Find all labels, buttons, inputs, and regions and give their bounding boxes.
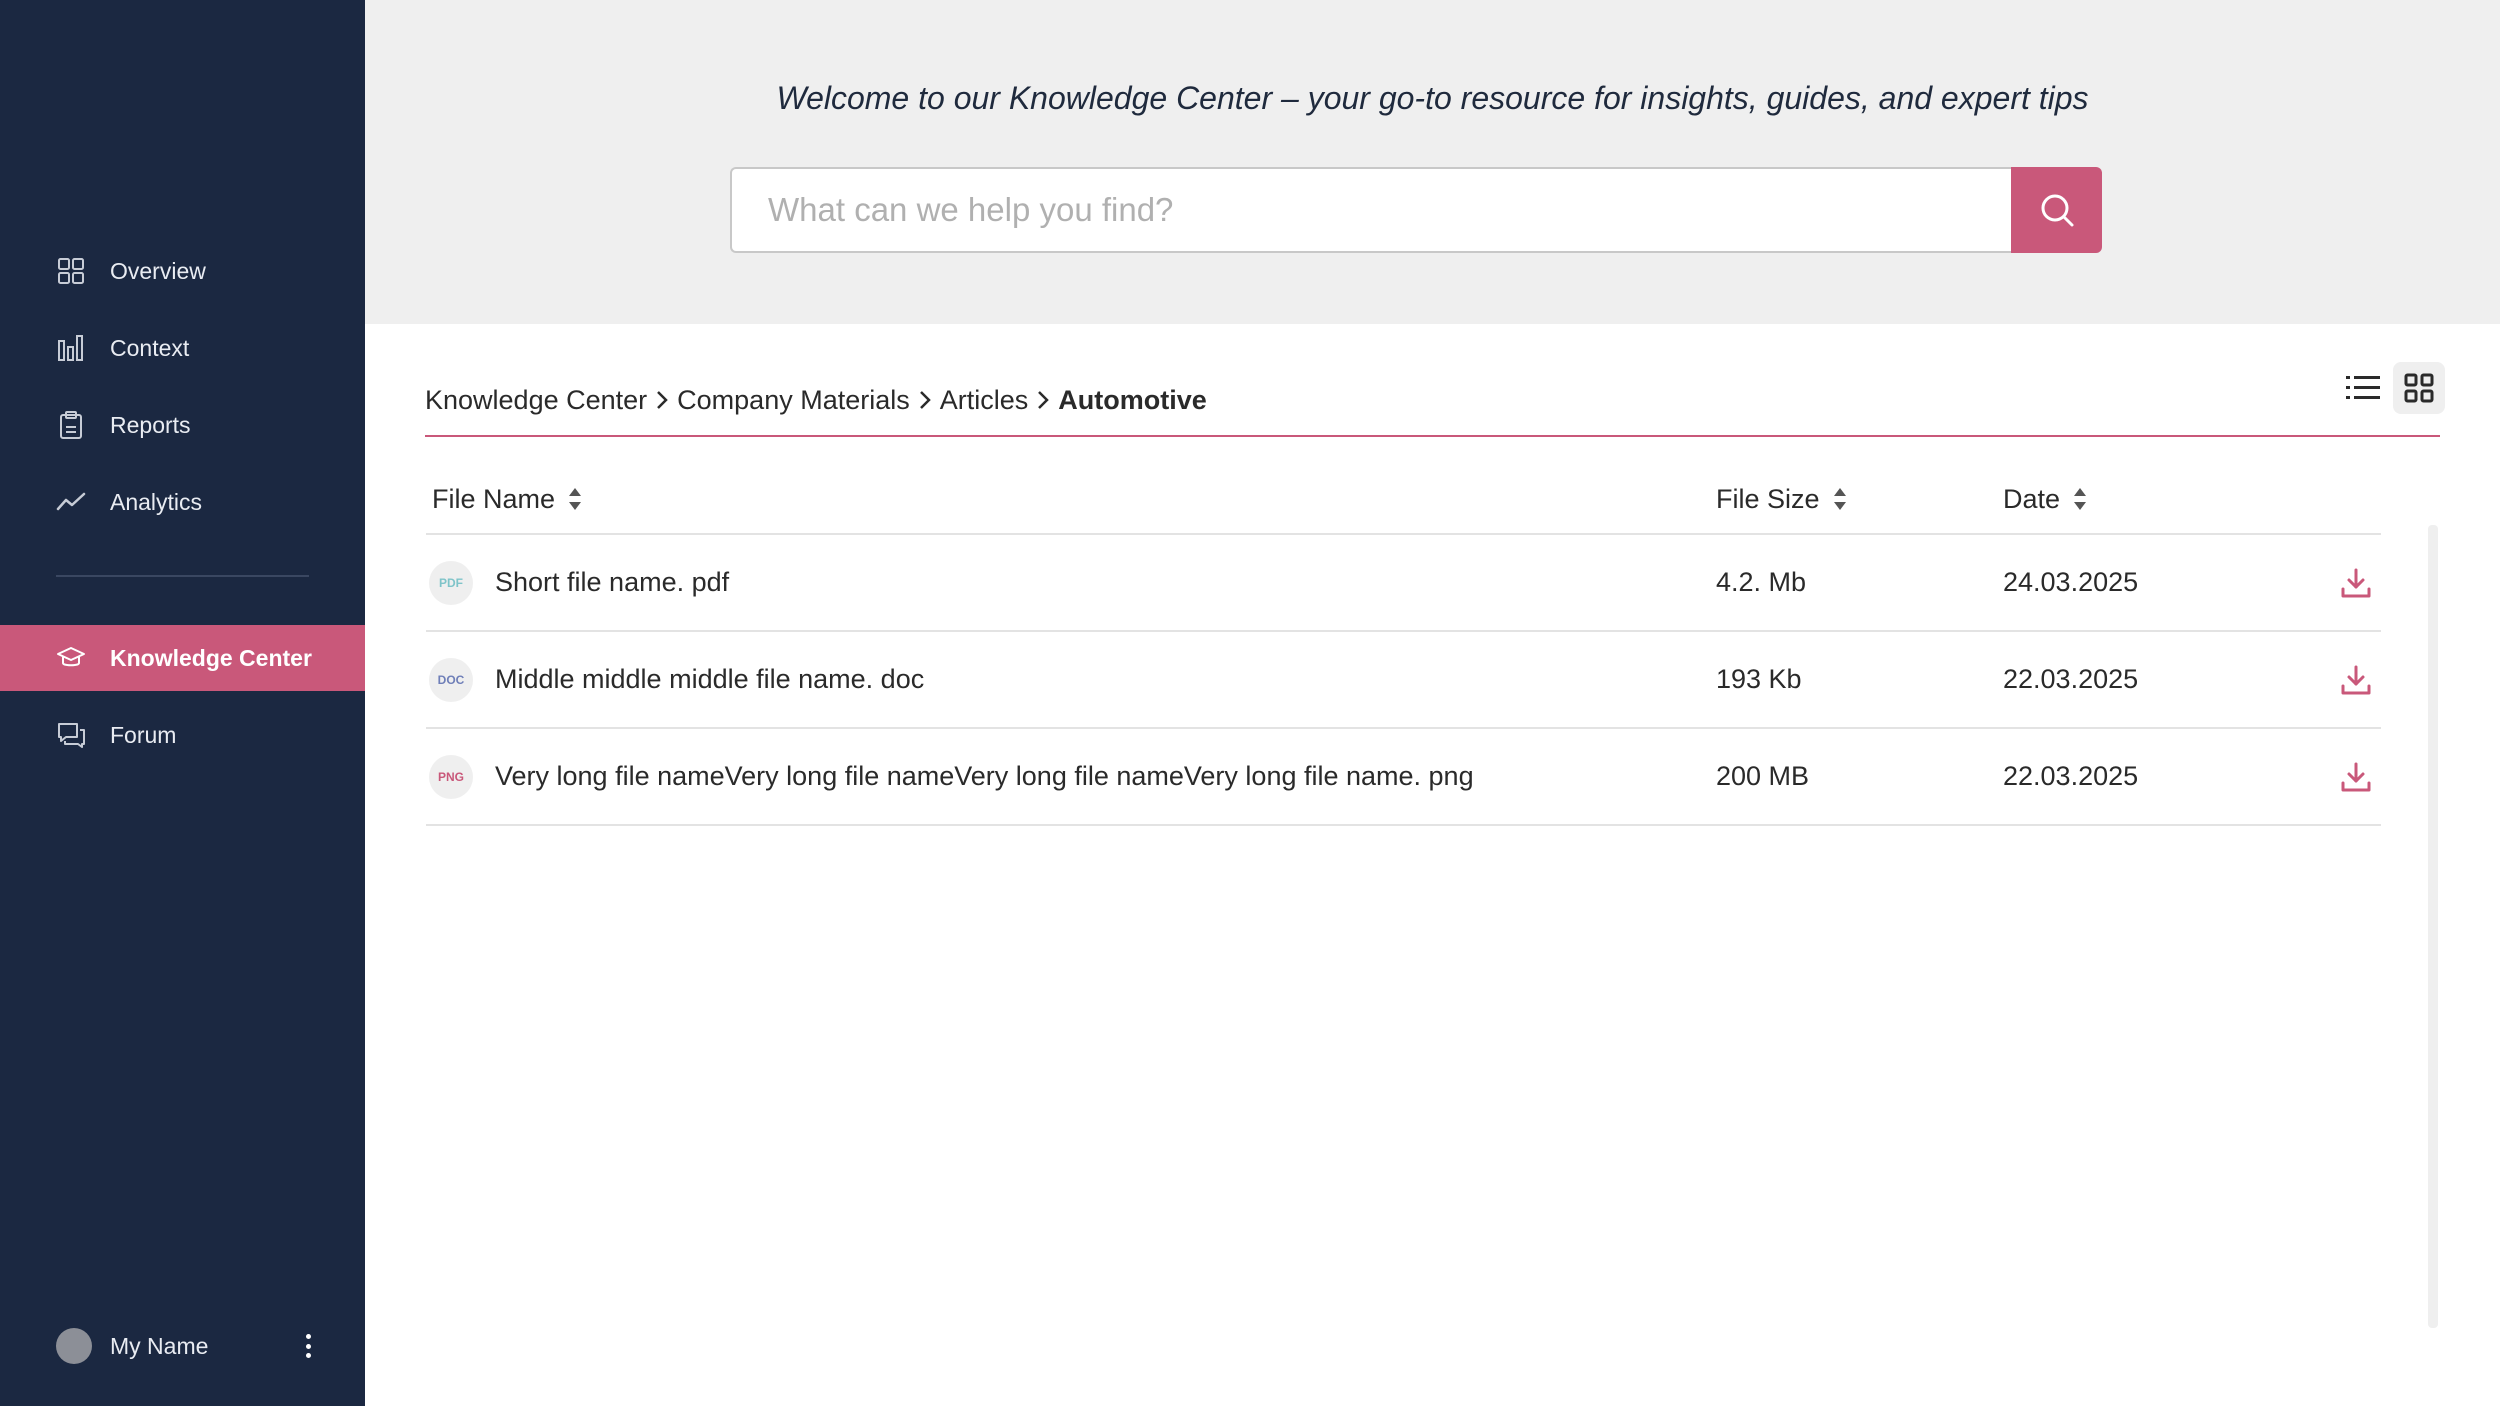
breadcrumb: Knowledge Center Company Materials Artic… (425, 380, 1207, 420)
table-row[interactable]: PDF Short file name. pdf 4.2. Mb 24.03.2… (426, 535, 2381, 632)
sidebar-item-analytics[interactable]: Analytics (0, 469, 365, 535)
bar-chart-icon (56, 333, 86, 363)
header: Welcome to our Knowledge Center – your g… (365, 0, 2500, 324)
breadcrumb-current: Automotive (1058, 384, 1207, 415)
column-header-label: File Name (432, 483, 556, 514)
file-table: File Name File Size Date PDF Short file … (426, 465, 2381, 826)
avatar (56, 1328, 92, 1364)
file-date: 24.03.2025 (2003, 567, 2139, 597)
list-view-button[interactable] (2337, 362, 2389, 414)
user-profile[interactable]: My Name (56, 1326, 318, 1366)
file-name[interactable]: Short file name. pdf (495, 567, 729, 598)
sidebar-item-label: Knowledge Center (110, 644, 312, 671)
sidebar-item-label: Analytics (110, 488, 203, 515)
sidebar-item-context[interactable]: Context (0, 315, 365, 381)
chevron-right-icon (1032, 380, 1054, 420)
file-name[interactable]: Very long file nameVery long file nameVe… (495, 761, 1474, 792)
search-input[interactable] (730, 167, 2011, 253)
download-icon[interactable] (2336, 660, 2376, 700)
file-type-badge: PNG (429, 754, 473, 799)
sidebar-item-label: Overview (110, 257, 206, 284)
chevron-right-icon (914, 380, 936, 420)
list-view-icon (2346, 376, 2380, 399)
table-header: File Name File Size Date (426, 465, 2381, 535)
sort-icon (565, 484, 585, 514)
sidebar-item-label: Context (110, 334, 190, 361)
file-date: 22.03.2025 (2003, 664, 2139, 694)
table-row[interactable]: DOC Middle middle middle file name. doc … (426, 632, 2381, 729)
column-header-date[interactable]: Date (2003, 484, 2090, 515)
sidebar-item-forum[interactable]: Forum (0, 702, 365, 768)
sidebar-item-overview[interactable]: Overview (0, 238, 365, 304)
column-header-label: Date (2003, 483, 2061, 514)
column-header-label: File Size (1716, 483, 1820, 514)
breadcrumb-item[interactable]: Articles (940, 385, 1029, 416)
file-size: 200 MB (1716, 761, 1810, 791)
sort-icon (2070, 484, 2090, 514)
sort-icon (1830, 484, 1850, 514)
sidebar: Overview Context Reports Analytics Knowl… (0, 0, 365, 1406)
breadcrumb-divider (425, 435, 2440, 437)
file-type-badge: PDF (429, 560, 473, 605)
column-header-file-name[interactable]: File Name (432, 484, 585, 515)
search-button[interactable] (2011, 167, 2102, 253)
sidebar-item-reports[interactable]: Reports (0, 392, 365, 458)
view-toggle (2333, 362, 2445, 414)
column-header-file-size[interactable]: File Size (1716, 484, 1850, 515)
sidebar-divider (56, 575, 309, 577)
graduation-cap-icon (56, 643, 86, 673)
search-bar (730, 167, 2102, 253)
more-options-icon[interactable] (298, 1328, 318, 1364)
file-type-badge: DOC (429, 657, 473, 702)
breadcrumb-item[interactable]: Knowledge Center (425, 385, 647, 416)
sidebar-item-label: Forum (110, 721, 177, 748)
welcome-text: Welcome to our Knowledge Center – your g… (776, 80, 2089, 116)
chat-icon (56, 720, 86, 750)
breadcrumb-item[interactable]: Company Materials (677, 385, 910, 416)
sidebar-item-knowledge-center[interactable]: Knowledge Center (0, 625, 365, 691)
grid-icon (2404, 373, 2434, 403)
file-size: 193 Kb (1716, 664, 1802, 694)
user-name: My Name (110, 1332, 209, 1359)
download-icon[interactable] (2336, 757, 2376, 797)
clipboard-icon (56, 410, 86, 440)
file-name[interactable]: Middle middle middle file name. doc (495, 664, 924, 695)
sidebar-nav-secondary: Knowledge Center Forum (0, 625, 365, 779)
table-row[interactable]: PNG Very long file nameVery long file na… (426, 729, 2381, 826)
download-icon[interactable] (2336, 563, 2376, 603)
sidebar-item-label: Reports (110, 411, 191, 438)
trend-line-icon (56, 487, 86, 517)
grid-view-button[interactable] (2393, 362, 2445, 414)
grid-icon (56, 256, 86, 286)
file-size: 4.2. Mb (1716, 567, 1807, 597)
search-icon (2041, 194, 2073, 227)
sidebar-nav: Overview Context Reports Analytics (0, 238, 365, 546)
file-date: 22.03.2025 (2003, 761, 2139, 791)
scrollbar[interactable] (2428, 525, 2438, 1328)
chevron-right-icon (651, 380, 673, 420)
